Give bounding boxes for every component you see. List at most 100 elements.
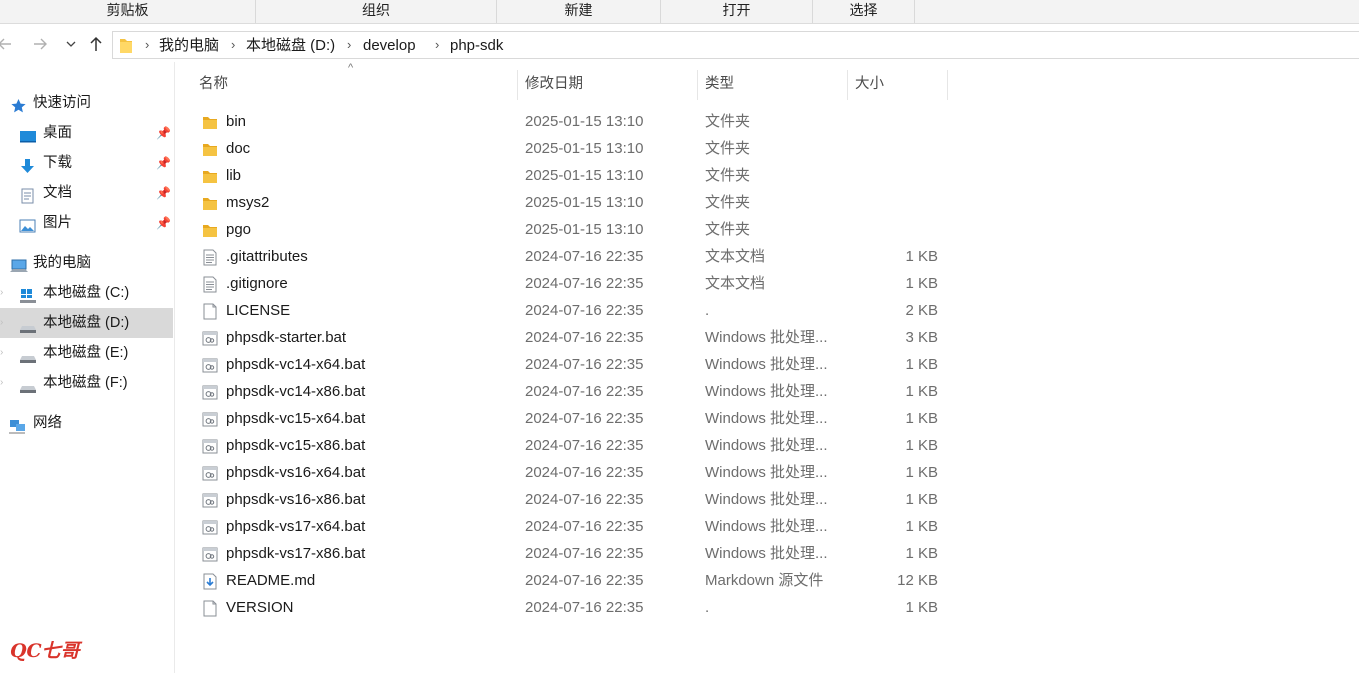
file-name: pgo (226, 221, 252, 238)
file-row[interactable]: msys2 2025-01-15 13:10 文件夹 (190, 189, 950, 216)
file-row[interactable]: doc 2025-01-15 13:10 文件夹 (190, 135, 950, 162)
nav-drive-label: 本地磁盘 (F:) (43, 375, 128, 391)
pin-icon[interactable]: 📌 (156, 208, 171, 238)
nav-drive-label: 本地磁盘 (D:) (43, 315, 130, 331)
breadcrumb-drive-d[interactable]: 本地磁盘 (D:) (246, 37, 335, 55)
drive-icon (19, 345, 36, 363)
batch-file-icon (202, 518, 218, 535)
computer-icon (10, 255, 28, 272)
ribbon-group-organize[interactable]: 组织 (256, 0, 497, 23)
file-date: 2025-01-15 13:10 (525, 113, 644, 130)
file-row[interactable]: phpsdk-starter.bat 2024-07-16 22:35 Window… (190, 324, 950, 351)
recent-chevron-down-icon[interactable] (62, 35, 80, 53)
file-name: phpsdk-vc14-x64.bat (226, 356, 366, 373)
nav-item-downloads[interactable]: 下载 📌 (0, 148, 173, 178)
ribbon-group-select[interactable]: 选择 (813, 0, 915, 23)
ribbon-group-clipboard[interactable]: 剪贴板 (0, 0, 256, 23)
expand-chevron-icon[interactable]: › (0, 278, 3, 308)
breadcrumb-php-sdk[interactable]: php-sdk (450, 37, 503, 55)
batch-file-icon (202, 437, 218, 454)
file-size: 1 KB (905, 410, 938, 427)
file-date: 2024-07-16 22:35 (525, 572, 644, 589)
column-header-size[interactable]: 大小 (848, 70, 948, 100)
nav-item-desktop[interactable]: 桌面 📌 (0, 118, 173, 148)
folder-icon (202, 167, 218, 184)
file-row[interactable]: README.md 2024-07-16 22:35 Markdown 源文件 12 … (190, 567, 950, 594)
up-arrow-icon[interactable] (87, 35, 105, 53)
forward-arrow-icon[interactable] (31, 35, 49, 53)
back-arrow-icon[interactable] (0, 35, 14, 53)
file-size: 1 KB (905, 275, 938, 292)
column-header-name[interactable]: 名称 (192, 70, 518, 100)
address-bar[interactable]: › 我的电脑 › 本地磁盘 (D:) › develop › php-sdk (112, 31, 1359, 59)
column-header-type[interactable]: 类型 (698, 70, 848, 100)
file-row[interactable]: VERSION 2024-07-16 22:35. 1 KB (190, 594, 950, 621)
file-name: bin (226, 113, 247, 130)
file-row[interactable]: phpsdk-vc14-x86.bat 2024-07-16 22:35 Windo… (190, 378, 950, 405)
file-type: 文件夹 (705, 140, 751, 157)
drive-icon (19, 375, 36, 393)
file-size: 1 KB (905, 518, 938, 535)
pin-icon[interactable]: 📌 (156, 118, 171, 148)
nav-item-label: 图片 (43, 215, 72, 231)
nav-item-documents[interactable]: 文档 📌 (0, 178, 173, 208)
breadcrumb-separator-icon[interactable]: › (231, 36, 235, 54)
file-type: 文本文档 (705, 275, 766, 292)
nav-item-pictures[interactable]: 图片 📌 (0, 208, 173, 238)
file-row[interactable]: phpsdk-vc15-x64.bat 2024-07-16 22:35 Windo… (190, 405, 950, 432)
file-row[interactable]: lib 2025-01-15 13:10 文件夹 (190, 162, 950, 189)
breadcrumb-this-pc[interactable]: 我的电脑 (159, 37, 219, 55)
file-row[interactable]: .gitattributes 2024-07-16 22:35 文本文档 1 KB (190, 243, 950, 270)
file-row[interactable]: phpsdk-vs17-x64.bat 2024-07-16 22:35 Windo… (190, 513, 950, 540)
file-type: Windows 批处理... (705, 518, 828, 535)
file-type: Windows 批处理... (705, 464, 828, 481)
file-name: phpsdk-vc14-x86.bat (226, 383, 366, 400)
nav-this-pc[interactable]: 我的电脑 (0, 248, 173, 278)
file-date: 2025-01-15 13:10 (525, 167, 644, 184)
nav-drive-d[interactable]: › 本地磁盘 (D:) (0, 308, 173, 338)
pin-icon[interactable]: 📌 (156, 178, 171, 208)
nav-item-label: 下载 (43, 155, 72, 171)
column-header-date[interactable]: 修改日期 (518, 70, 698, 100)
breadcrumb-separator-icon[interactable]: › (347, 36, 351, 54)
expand-chevron-icon[interactable]: › (0, 338, 3, 368)
file-row[interactable]: bin 2025-01-15 13:10 文件夹 (190, 108, 950, 135)
file-row[interactable]: LICENSE 2024-07-16 22:35. 2 KB (190, 297, 950, 324)
file-type: . (705, 302, 710, 319)
ribbon-bar: 剪贴板 组织 新建 打开 选择 (0, 0, 1359, 24)
file-row[interactable]: pgo 2025-01-15 13:10 文件夹 (190, 216, 950, 243)
ribbon-group-open[interactable]: 打开 (661, 0, 813, 23)
nav-drive-e[interactable]: › 本地磁盘 (E:) (0, 338, 173, 368)
file-row[interactable]: .gitignore 2024-07-16 22:35 文本文档 1 KB (190, 270, 950, 297)
ribbon-group-new[interactable]: 新建 (497, 0, 661, 23)
batch-file-icon (202, 410, 218, 427)
file-date: 2025-01-15 13:10 (525, 140, 644, 157)
file-row[interactable]: phpsdk-vs16-x64.bat 2024-07-16 22:35 Windo… (190, 459, 950, 486)
batch-file-icon (202, 329, 218, 346)
nav-drive-f[interactable]: › 本地磁盘 (F:) (0, 368, 173, 398)
file-type: Windows 批处理... (705, 545, 828, 562)
nav-drive-c[interactable]: › 本地磁盘 (C:) (0, 278, 173, 308)
file-size: 1 KB (905, 464, 938, 481)
file-name: phpsdk-vc15-x86.bat (226, 437, 366, 454)
folder-icon (202, 140, 218, 157)
expand-chevron-icon[interactable]: › (0, 308, 3, 338)
file-type: Windows 批处理... (705, 410, 828, 427)
nav-network[interactable]: 网络 (0, 408, 173, 438)
file-date: 2024-07-16 22:35 (525, 383, 644, 400)
breadcrumb-separator-icon[interactable]: › (145, 36, 149, 54)
nav-this-pc-label: 我的电脑 (33, 255, 91, 271)
navigation-pane: 快速访问 桌面 📌 下载 📌 文档 📌 图片 📌 我的电脑 › 本地磁盘 (C:… (0, 62, 175, 673)
nav-quick-access[interactable]: 快速访问 (0, 88, 173, 118)
expand-chevron-icon[interactable]: › (0, 368, 3, 398)
file-row[interactable]: phpsdk-vc15-x86.bat 2024-07-16 22:35 Windo… (190, 432, 950, 459)
document-icon (19, 185, 36, 204)
breadcrumb-develop[interactable]: develop (363, 37, 416, 55)
file-row[interactable]: phpsdk-vs17-x86.bat 2024-07-16 22:35 Windo… (190, 540, 950, 567)
breadcrumb-separator-icon[interactable]: › (435, 36, 439, 54)
pin-icon[interactable]: 📌 (156, 148, 171, 178)
file-row[interactable]: phpsdk-vs16-x86.bat 2024-07-16 22:35 Windo… (190, 486, 950, 513)
download-arrow-icon (19, 155, 36, 173)
folder-icon (202, 194, 218, 211)
file-row[interactable]: phpsdk-vc14-x64.bat 2024-07-16 22:35 Windo… (190, 351, 950, 378)
